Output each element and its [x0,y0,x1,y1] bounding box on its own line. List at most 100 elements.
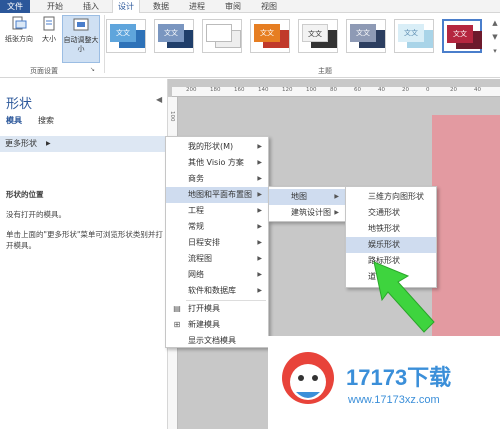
orientation-button[interactable]: 纸张方向 [2,15,36,44]
ruler-tick: 80 [330,87,337,93]
theme-text: 文文 [254,24,280,42]
ruler-tick: 20 [402,87,409,93]
chevron-right-icon: ▶ [257,175,262,182]
menu-item-label: 显示文档模具 [188,336,236,345]
page-size-icon [43,16,55,31]
autofit-icon [73,18,89,31]
tab-file[interactable]: 文件 [0,0,30,13]
watermark-url: www.17173xz.com [348,394,440,406]
menu-item-label: 建筑设计图 [291,208,331,217]
ruler-tick: 0 [426,87,430,93]
menu-item-network[interactable]: 网络 ▶ [166,267,268,283]
dialog-launcher-icon[interactable]: ↘ [90,66,95,73]
tab-search[interactable]: 搜索 [38,115,54,126]
new-stencil-icon: ⊞ [173,320,181,329]
chevron-right-icon: ▶ [257,191,262,198]
ruler-tick: 160 [234,87,245,93]
menu-item-show-doc-stencil[interactable]: 显示文档模具 [166,333,268,349]
menu-item-label: 流程图 [188,254,212,263]
theme-text: 文文 [110,24,136,42]
size-button[interactable]: 大小 [38,15,60,44]
theme-3[interactable] [202,19,242,53]
menu-item-new-stencil[interactable]: ⊞ 新建模具 [166,317,268,333]
menu-item-flowchart[interactable]: 流程图 ▶ [166,251,268,267]
chevron-right-icon: ▶ [257,271,262,278]
annotation-arrow-icon [373,261,435,333]
menu-item-business[interactable]: 商务 ▶ [166,171,268,187]
menu-item-label: 地铁形状 [368,224,400,233]
tab-models[interactable]: 模具 [6,115,22,126]
watermark-brand: 17173下载 [346,365,452,390]
orientation-label: 纸张方向 [5,35,33,43]
menu-item-software-db[interactable]: 软件和数据库 ▶ [166,283,268,299]
chevron-right-icon: ▶ [257,255,262,262]
ruler-tick: 100 [306,87,317,93]
ruler-tick: 200 [186,87,197,93]
maps-submenu: 地图 ▶ 建筑设计图 ▶ [268,186,346,222]
no-open-text: 没有打开的模具。 [6,210,66,219]
ribbon-divider [104,15,105,73]
menu-bar: 文件 开始 插入 设计 数据 进程 审阅 视图 [0,0,500,14]
menu-item-my-shapes[interactable]: 我的形状(M) ▶ [166,139,268,155]
tab-insert[interactable]: 插入 [78,0,104,13]
menu-item-label: 日程安排 [188,238,220,247]
menu-item-other-visio[interactable]: 其他 Visio 方案 ▶ [166,155,268,171]
menu-item-recreation[interactable]: 娱乐形状 [346,237,436,253]
watermark: 17173下载 www.17173xz.com [268,336,500,429]
chevron-right-icon: ▶ [257,207,262,214]
chevron-up-icon[interactable]: ▲ [490,19,500,27]
chevron-down-icon[interactable]: ▼ [490,33,500,41]
open-stencil-icon: ▤ [173,304,181,313]
theme-5[interactable]: 文文 [298,19,338,53]
menu-item-traffic[interactable]: 交通形状 [346,205,436,221]
collapse-pane-icon[interactable]: ◀ [156,95,162,104]
ruler-tick: 100 [169,111,175,122]
menu-item-open-stencil[interactable]: ▤ 打开模具 [166,301,268,317]
tab-process[interactable]: 进程 [184,0,210,13]
theme-2[interactable]: 文文 [154,19,194,53]
theme-1[interactable]: 文文 [106,19,146,53]
theme-7[interactable]: 文文 [394,19,434,53]
page-orientation-icon [12,16,27,30]
ruler-tick: 40 [474,87,481,93]
menu-item-schedule[interactable]: 日程安排 ▶ [166,235,268,251]
menu-item-maps-floorplans[interactable]: 地图和平面布置图 ▶ [166,187,268,203]
menu-item-general[interactable]: 常规 ▶ [166,219,268,235]
more-shapes-button[interactable]: 更多形状 ▶ [0,136,168,152]
chevron-right-icon: ▶ [334,209,339,216]
menu-item-maps[interactable]: 地图 ▶ [269,189,345,205]
expand-gallery-icon[interactable]: ▾ [490,47,500,55]
themes-group-label: 主题 [318,67,332,75]
ruler-tick: 180 [210,87,221,93]
horizontal-ruler: 200 180 160 140 120 100 80 60 40 20 0 20… [172,87,500,97]
menu-item-label: 三维方向图形状 [368,192,424,201]
ruler-tick: 140 [258,87,269,93]
menu-item-label: 打开模具 [188,304,220,313]
menu-item-label: 地图 [291,192,307,201]
menu-item-3d-direction[interactable]: 三维方向图形状 [346,189,436,205]
menu-item-label: 商务 [188,174,204,183]
tab-design[interactable]: 设计 [112,0,140,14]
theme-text: 文文 [158,24,184,42]
menu-item-architecture[interactable]: 建筑设计图 ▶ [269,205,345,221]
tab-review[interactable]: 审阅 [220,0,246,13]
theme-blank [206,24,232,42]
autofit-button[interactable]: 自动调整大小 [62,15,100,63]
menu-item-label: 工程 [188,206,204,215]
tab-view[interactable]: 视图 [256,0,282,13]
pink-page-shape[interactable] [432,115,500,345]
chevron-right-icon: ▶ [257,159,262,166]
tab-home[interactable]: 开始 [42,0,68,13]
tab-data[interactable]: 数据 [148,0,174,13]
menu-item-label: 我的形状(M) [188,142,234,151]
instruction-text: 单击上面的"更多形状"菜单可浏览形状类别并打开模具。 [6,230,163,250]
menu-item-metro[interactable]: 地铁形状 [346,221,436,237]
theme-6[interactable]: 文文 [346,19,386,53]
menu-item-engineering[interactable]: 工程 ▶ [166,203,268,219]
theme-4[interactable]: 文文 [250,19,290,53]
theme-8-selected[interactable]: 文文 [442,19,482,53]
ribbon: 纸张方向 大小 自动调整大小 页面设置 ↘ 文文 文文 文文 文文 文文 文文 [0,13,500,78]
page-setup-group-label: 页面设置 [30,67,58,75]
menu-item-label: 交通形状 [368,208,400,217]
chevron-right-icon: ▶ [257,287,262,294]
